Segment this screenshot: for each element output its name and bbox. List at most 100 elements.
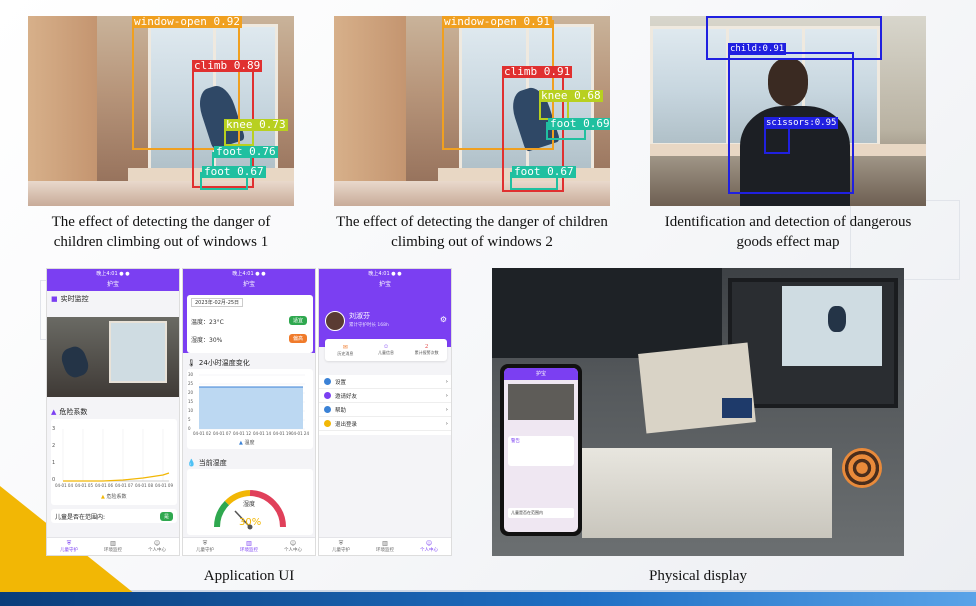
tab-child-guard[interactable]: ⛨ 儿童守护 — [47, 538, 91, 555]
x-tick: 04-01 24 — [291, 431, 309, 436]
app-title: 护宝 — [47, 279, 179, 291]
settings-icon — [324, 378, 331, 385]
invite-icon — [324, 392, 331, 399]
label-window-open: window-open 0.92 — [132, 16, 242, 28]
tab-child-guard[interactable]: ⛨ 儿童守护 — [183, 538, 227, 555]
y-tick: 20 — [188, 390, 194, 395]
caption-physical: Physical display — [649, 568, 747, 584]
chevron-right-icon: › — [445, 406, 448, 413]
tab-environment[interactable]: ▥ 环境监控 — [227, 538, 271, 555]
menu-settings[interactable]: 设置 › — [319, 375, 451, 389]
tab-bar: ⛨ 儿童守护 ▥ 环境监控 ☺ 个人中心 — [47, 537, 179, 555]
stat-alarm-count[interactable]: 2 累计报警次数 — [406, 339, 447, 361]
label-knee: knee 0.73 — [224, 118, 288, 131]
phone-alert: 警告 — [508, 436, 574, 466]
screen-profile: 晚上4:01 ● ● 护宝 刘淑芬 累计守护时长 168h ⚙ ✉ 历史消息 ☺ 儿… — [318, 268, 452, 556]
label-climb: climb 0.91 — [502, 65, 573, 78]
range-badge: 是 — [159, 511, 173, 521]
chart-icon: ▥ — [110, 540, 116, 547]
x-tick: 04-01 06 — [95, 483, 113, 488]
label-scissors: scissors:0.95 — [764, 117, 839, 129]
stat-history[interactable]: ✉ 历史消息 — [325, 339, 366, 361]
tab-child-guard[interactable]: ⛨ 儿童守护 — [319, 538, 363, 555]
book-stack — [582, 448, 832, 538]
chart-icon: ▥ — [246, 540, 252, 547]
user-icon: ☺ — [153, 540, 161, 547]
live-video[interactable] — [47, 317, 179, 397]
x-tick: 04-01 08 — [135, 483, 153, 488]
phone-video — [508, 384, 574, 420]
menu-list: 设置 › 邀请好友 › 帮助 › 退出登录 › — [319, 375, 451, 435]
label-child: child:0.91 — [728, 43, 787, 55]
caption-photo-3: Identification and detection of dangerou… — [664, 214, 912, 250]
menu-help[interactable]: 帮助 › — [319, 403, 451, 417]
date-field[interactable]: 2023年-02月-25日 — [191, 298, 244, 307]
shield-icon: ⛨ — [338, 540, 344, 547]
user-name: 刘淑芬 — [349, 312, 370, 320]
menu-invite[interactable]: 邀请好友 › — [319, 389, 451, 403]
user-subtitle: 累计守护时长 168h — [349, 323, 389, 328]
y-tick: 25 — [188, 381, 194, 386]
status-bar: 晚上4:01 ● ● — [47, 269, 179, 279]
chart-icon: ▥ — [382, 540, 388, 547]
label-climb: climb 0.89 — [192, 59, 263, 72]
coil — [842, 448, 882, 488]
caption-photo-1: The effect of detecting the danger of ch… — [51, 214, 271, 250]
stat-child-info[interactable]: ☺ 儿童信息 — [366, 339, 407, 361]
logout-icon — [324, 420, 331, 427]
phone-title: 护宝 — [504, 368, 578, 380]
stats-card: ✉ 历史消息 ☺ 儿童信息 2 累计报警次数 — [325, 339, 447, 361]
back-screen — [492, 268, 722, 358]
droplet-icon: 💧 — [187, 459, 196, 467]
gauge-value: 30% — [239, 517, 262, 528]
tab-environment[interactable]: ▥ 环境监控 — [363, 538, 407, 555]
x-tick: 04-01 07 — [115, 483, 133, 488]
warning-icon: ▲ — [51, 408, 57, 416]
env-card: 2023年-02月-25日 温度：23°C 适宜 湿度：30% 偏高 — [187, 295, 313, 353]
label-foot: foot 0.69 — [548, 117, 610, 130]
temperature-text: 温度：23°C — [191, 319, 224, 326]
tab-profile[interactable]: ☺ 个人中心 — [135, 538, 179, 555]
detection-photo-2: window-open 0.91 climb 0.91 knee 0.68 fo… — [334, 16, 610, 206]
x-tick: 04-01 04 — [55, 483, 73, 488]
physical-display-photo: 护宝 警告 儿童是否在范围内 — [492, 268, 904, 556]
tab-profile[interactable]: ☺ 个人中心 — [271, 538, 315, 555]
thermometer-icon: 🌡 — [187, 359, 196, 367]
avatar[interactable] — [325, 311, 345, 331]
bbox-scissors — [764, 126, 790, 154]
footer-stripe — [0, 592, 976, 606]
y-tick: 15 — [188, 399, 194, 404]
menu-logout[interactable]: 退出登录 › — [319, 417, 451, 431]
x-tick: 04-01 19 — [273, 431, 291, 436]
temperature-chart: 30 25 20 15 10 5 0 04-01 02 04-01 07 04-… — [187, 369, 313, 449]
camera-icon: ■ — [51, 295, 58, 303]
section-danger: ▲ 危险系数 — [51, 408, 88, 416]
temp-area — [199, 387, 303, 429]
range-label: 儿童是否在范围内: — [55, 513, 106, 521]
label-window-open: window-open 0.91 — [442, 16, 552, 28]
y-tick: 5 — [188, 417, 191, 422]
y-tick: 2 — [52, 443, 56, 449]
chart-legend: ▲ 危险系数 — [101, 494, 127, 500]
tab-environment[interactable]: ▥ 环境监控 — [91, 538, 135, 555]
label-knee: knee 0.68 — [539, 89, 603, 102]
y-tick: 1 — [52, 460, 56, 466]
x-tick: 04-01 09 — [155, 483, 173, 488]
slide: window-open 0.92 climb 0.89 knee 0.73 fo… — [0, 0, 976, 606]
x-tick: 04-01 02 — [193, 431, 211, 436]
y-tick: 0 — [188, 426, 191, 431]
label-foot: foot 0.76 — [214, 145, 278, 158]
temperature-badge: 适宜 — [288, 316, 307, 325]
caption-app: Application UI — [203, 568, 295, 584]
settings-gear-icon[interactable]: ⚙ — [440, 315, 447, 324]
app-screens: 晚上4:01 ● ● 护宝 ■ 实时监控 ▲ 危险系数 3 2 1 0 04-0… — [46, 268, 452, 556]
caption-photo-2: The effect of detecting the danger of ch… — [336, 214, 608, 250]
detection-photo-3: child:0.91 scissors:0.95 — [650, 16, 926, 206]
help-icon — [324, 406, 331, 413]
x-tick: 04-01 05 — [75, 483, 93, 488]
tab-profile[interactable]: ☺ 个人中心 — [407, 538, 451, 555]
label-foot: foot 0.67 — [512, 165, 576, 178]
x-tick: 04-01 07 — [213, 431, 231, 436]
phone-range-card: 儿童是否在范围内 — [508, 508, 574, 518]
tab-bar: ⛨ 儿童守护 ▥ 环境监控 ☺ 个人中心 — [319, 537, 451, 555]
